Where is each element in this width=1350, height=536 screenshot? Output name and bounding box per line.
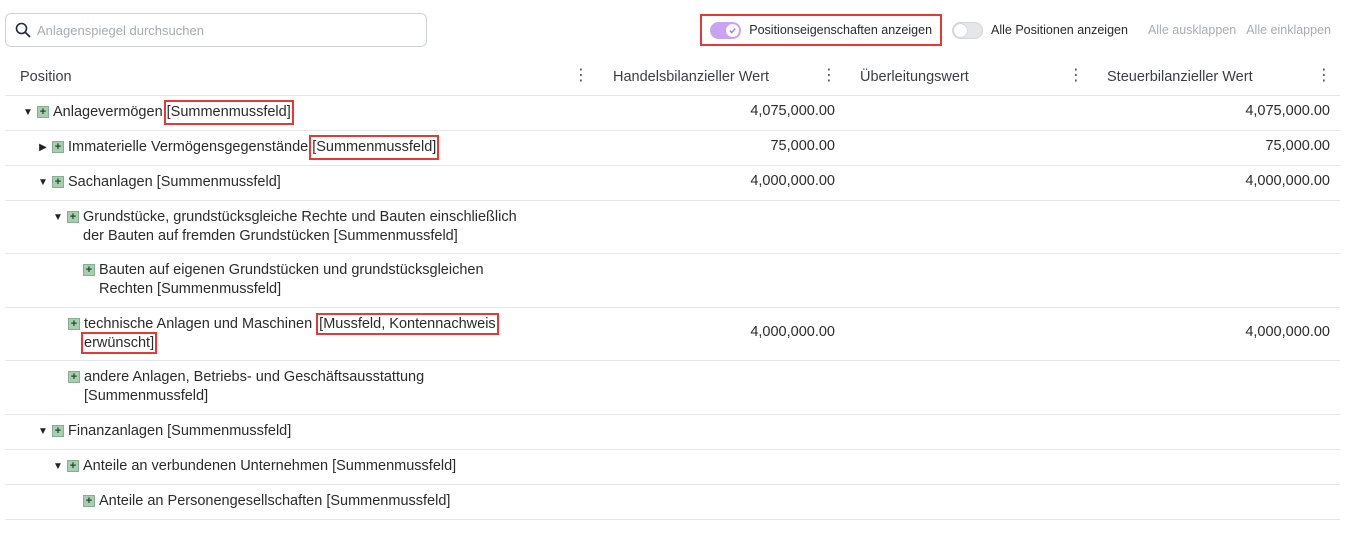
handel-value: [598, 450, 845, 484]
add-icon[interactable]: +: [68, 318, 80, 330]
check-icon: [726, 23, 740, 37]
toggle-all-positions[interactable]: Alle Positionen anzeigen: [952, 21, 1128, 39]
ueberleitung-value: [845, 131, 1092, 165]
position-label: Anteile an Personengesellschaften [Summe…: [99, 493, 451, 509]
handel-value: 75,000.00: [770, 138, 835, 154]
asset-table: Position ⋮ Handelsbilanzieller Wert ⋮ Üb…: [5, 58, 1340, 520]
toggle-position-properties-label: Positionseigenschaften anzeigen: [749, 23, 933, 37]
ueberleitung-value: [845, 201, 1092, 253]
column-header-steuer[interactable]: Steuerbilanzieller Wert ⋮: [1092, 58, 1340, 95]
steuer-value: [1092, 201, 1340, 253]
position-label-line1: andere Anlagen, Betriebs- und Geschäftsa…: [84, 369, 425, 385]
steuer-value: 4,075,000.00: [1245, 103, 1330, 119]
ueberleitung-value: [845, 254, 1092, 307]
column-menu-icon[interactable]: ⋮: [821, 68, 837, 84]
table-row[interactable]: + technische Anlagen und Maschinen [Muss…: [5, 308, 1340, 361]
steuer-value: [1092, 485, 1340, 519]
table-row[interactable]: ▼ + Anlagevermögen [Summenmussfeld] 4,07…: [5, 96, 1340, 131]
ueberleitung-value: [845, 415, 1092, 449]
position-label: Finanzanlagen [Summenmussfeld]: [68, 423, 292, 439]
column-header-position[interactable]: Position ⋮: [5, 58, 598, 95]
toolbar: Positionseigenschaften anzeigen Alle Pos…: [700, 13, 1331, 47]
position-label-line1: Grundstücke, grundstücksgleiche Rechte u…: [83, 209, 517, 225]
column-menu-icon[interactable]: ⋮: [573, 68, 589, 84]
table-header: Position ⋮ Handelsbilanzieller Wert ⋮ Üb…: [5, 58, 1340, 96]
handel-value: [598, 485, 845, 519]
position-label-line2: [Summenmussfeld]: [84, 388, 209, 404]
table-row[interactable]: ▼ + Grundstücke, grundstücksgleiche Rech…: [5, 201, 1340, 254]
search-input[interactable]: [35, 21, 405, 39]
search-box[interactable]: [5, 13, 427, 47]
add-icon[interactable]: +: [67, 460, 79, 472]
steuer-value: [1092, 254, 1340, 307]
table-row[interactable]: ▶ + Immaterielle Vermögensgegenstände [S…: [5, 131, 1340, 166]
ueberleitung-value: [845, 96, 1092, 130]
caret-right-icon[interactable]: ▶: [36, 138, 50, 156]
handel-value: [598, 201, 845, 253]
position-label: Immaterielle Vermögensgegenstände: [68, 139, 309, 155]
ueberleitung-value: [845, 166, 1092, 200]
property-tag: [Summenmussfeld]: [163, 100, 294, 125]
steuer-value: 75,000.00: [1265, 138, 1330, 154]
add-icon[interactable]: +: [68, 371, 80, 383]
add-icon[interactable]: +: [83, 264, 95, 276]
position-label: Anteile an verbundenen Unternehmen [Summ…: [83, 458, 457, 474]
steuer-value: 4,000,000.00: [1245, 173, 1330, 189]
table-row[interactable]: ▼ + Anteile an verbundenen Unternehmen […: [5, 450, 1340, 485]
expand-all-link[interactable]: Alle ausklappen: [1148, 23, 1236, 37]
steuer-value: [1092, 415, 1340, 449]
add-icon[interactable]: +: [67, 211, 79, 223]
add-icon[interactable]: +: [37, 106, 49, 118]
caret-down-icon[interactable]: ▼: [36, 422, 50, 440]
ueberleitung-value: [845, 485, 1092, 519]
column-header-ueberleitung[interactable]: Überleitungswert ⋮: [845, 58, 1092, 95]
toggle-switch-off[interactable]: [952, 21, 984, 39]
search-icon: [15, 22, 31, 38]
position-label-line1: Bauten auf eigenen Grundstücken und grun…: [99, 262, 484, 278]
property-tag: [Mussfeld, Kontennachweis: [316, 313, 499, 335]
position-label: Anlagevermögen: [53, 104, 163, 120]
steuer-value: [1092, 361, 1340, 414]
ueberleitung-value: [845, 308, 1092, 360]
table-row[interactable]: ▼ + Finanzanlagen [Summenmussfeld]: [5, 415, 1340, 450]
position-label: Sachanlagen [Summenmussfeld]: [68, 174, 281, 190]
caret-down-icon[interactable]: ▼: [51, 208, 65, 226]
table-row[interactable]: + Anteile an Personengesellschaften [Sum…: [5, 485, 1340, 520]
toggle-all-positions-label: Alle Positionen anzeigen: [991, 23, 1128, 37]
table-row[interactable]: + Bauten auf eigenen Grundstücken und gr…: [5, 254, 1340, 308]
ueberleitung-value: [845, 450, 1092, 484]
handel-value: 4,000,000.00: [750, 324, 835, 340]
column-header-handel[interactable]: Handelsbilanzieller Wert ⋮: [598, 58, 845, 95]
handel-value: [598, 254, 845, 307]
toggle-switch-on[interactable]: [710, 21, 742, 39]
steuer-value: [1092, 450, 1340, 484]
property-tag-continued: erwünscht]: [80, 332, 158, 354]
position-label-line2: Rechten [Summenmussfeld]: [99, 281, 282, 297]
toggle-position-properties[interactable]: Positionseigenschaften anzeigen: [700, 14, 943, 46]
caret-down-icon[interactable]: ▼: [21, 103, 35, 121]
caret-down-icon[interactable]: ▼: [51, 457, 65, 475]
table-row[interactable]: + andere Anlagen, Betriebs- und Geschäft…: [5, 361, 1340, 415]
add-icon[interactable]: +: [52, 176, 64, 188]
handel-value: 4,075,000.00: [750, 103, 835, 119]
add-icon[interactable]: +: [52, 425, 64, 437]
steuer-value: 4,000,000.00: [1245, 324, 1330, 340]
property-tag: [Summenmussfeld]: [309, 135, 440, 160]
add-icon[interactable]: +: [52, 141, 64, 153]
handel-value: 4,000,000.00: [750, 173, 835, 189]
collapse-all-link[interactable]: Alle einklappen: [1246, 23, 1331, 37]
caret-down-icon[interactable]: ▼: [36, 173, 50, 191]
column-menu-icon[interactable]: ⋮: [1068, 68, 1084, 84]
handel-value: [598, 415, 845, 449]
position-label-line2: der Bauten auf fremden Grundstücken [Sum…: [83, 228, 458, 244]
handel-value: [598, 361, 845, 414]
add-icon[interactable]: +: [83, 495, 95, 507]
ueberleitung-value: [845, 361, 1092, 414]
column-menu-icon[interactable]: ⋮: [1316, 68, 1332, 84]
table-row[interactable]: ▼ + Sachanlagen [Summenmussfeld] 4,000,0…: [5, 166, 1340, 201]
position-label: technische Anlagen und Maschinen: [84, 316, 313, 332]
